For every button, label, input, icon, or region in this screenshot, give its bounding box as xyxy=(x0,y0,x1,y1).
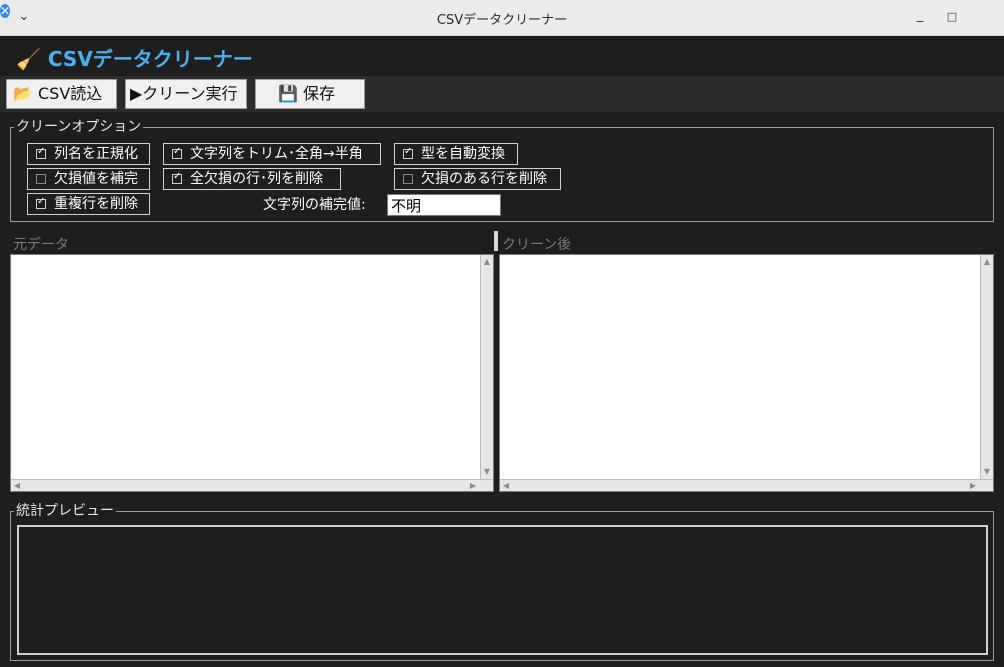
checkbox-unchecked-icon xyxy=(36,174,46,184)
fill-value-label: 文字列の補完値: xyxy=(263,197,366,213)
drop-missing-rows-checkbox[interactable]: 欠損のある行を削除 xyxy=(394,168,561,190)
trim-strings-checkbox[interactable]: 文字列をトリム･全角→半角 xyxy=(163,143,381,165)
vertical-scrollbar[interactable]: ▲ ▼ xyxy=(480,255,493,479)
checkbox-checked-icon xyxy=(172,171,182,184)
clean-options-title: クリーンオプション xyxy=(14,119,144,135)
drop-empty-checkbox[interactable]: 全欠損の行･列を削除 xyxy=(163,168,341,190)
stats-preview-title: 統計プレビュー xyxy=(14,503,116,519)
fill-missing-checkbox[interactable]: 欠損値を補完 xyxy=(27,168,150,190)
scroll-down-icon[interactable]: ▼ xyxy=(981,467,993,477)
original-data-pane[interactable]: ▲ ▼ ◀ ▶ xyxy=(10,254,494,492)
cleaned-data-pane[interactable]: ▲ ▼ ◀ ▶ xyxy=(499,254,994,492)
checkbox-checked-icon xyxy=(403,146,413,159)
checkbox-unchecked-icon xyxy=(403,174,413,184)
original-data-label: 元データ xyxy=(13,237,69,253)
scroll-right-icon[interactable]: ▶ xyxy=(467,481,479,491)
minimize-icon[interactable]: _ xyxy=(912,8,928,23)
toolbar: 📂 CSV読込 ▶クリーン実行 💾 保存 xyxy=(0,76,1004,112)
maximize-icon[interactable]: □ xyxy=(944,10,960,23)
horizontal-scrollbar[interactable]: ◀ ▶ xyxy=(500,479,993,491)
scroll-right-icon[interactable]: ▶ xyxy=(967,481,979,491)
scroll-left-icon[interactable]: ◀ xyxy=(500,481,512,491)
checkbox-checked-icon xyxy=(36,146,46,159)
window-title: CSVデータクリーナー xyxy=(436,13,568,28)
app-title: 🧹 CSVデータクリーナー xyxy=(16,47,253,71)
vertical-scrollbar[interactable]: ▲ ▼ xyxy=(980,255,993,479)
scroll-up-icon[interactable]: ▲ xyxy=(481,257,493,267)
cleaned-data-label: クリーン後 xyxy=(502,237,572,253)
pane-divider-handle[interactable] xyxy=(494,231,498,251)
load-csv-button[interactable]: 📂 CSV読込 xyxy=(6,79,117,109)
stats-preview-text[interactable] xyxy=(17,525,988,655)
normalize-columns-checkbox[interactable]: 列名を正規化 xyxy=(27,143,150,165)
scroll-up-icon[interactable]: ▲ xyxy=(981,257,993,267)
window-titlebar: ⌄ CSVデータクリーナー _ □ ✕ xyxy=(0,0,1004,36)
run-clean-button[interactable]: ▶クリーン実行 xyxy=(125,79,247,109)
save-button[interactable]: 💾 保存 xyxy=(255,79,365,109)
horizontal-scrollbar[interactable]: ◀ ▶ xyxy=(11,479,493,491)
fill-value-input[interactable] xyxy=(387,194,501,216)
drop-duplicates-checkbox[interactable]: 重複行を削除 xyxy=(27,193,150,215)
checkbox-checked-icon xyxy=(36,196,46,209)
auto-types-checkbox[interactable]: 型を自動変換 xyxy=(394,143,518,165)
scroll-left-icon[interactable]: ◀ xyxy=(11,481,23,491)
checkbox-checked-icon xyxy=(172,146,182,159)
app-header: 🧹 CSVデータクリーナー xyxy=(0,36,1004,76)
scroll-down-icon[interactable]: ▼ xyxy=(481,467,493,477)
